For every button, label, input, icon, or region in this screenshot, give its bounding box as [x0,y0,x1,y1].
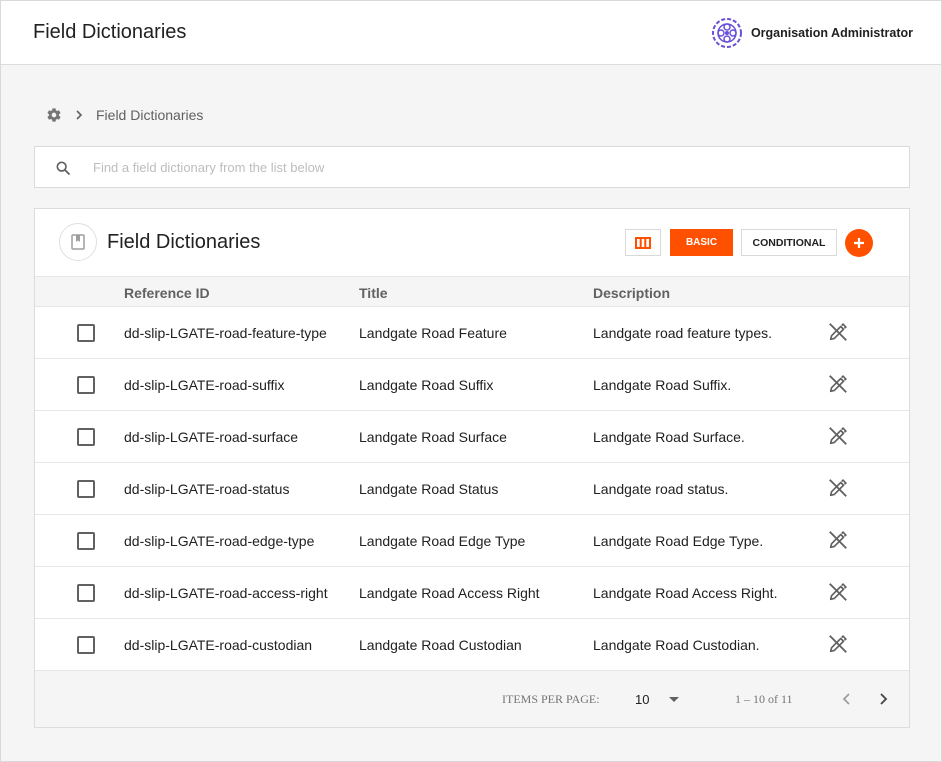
add-button[interactable] [845,229,873,257]
table-row[interactable]: dd-slip-LGATE-road-feature-type Landgate … [35,307,909,359]
chevron-right-icon [76,110,83,120]
table-row[interactable]: dd-slip-LGATE-road-edge-type Landgate Roa… [35,515,909,567]
edit-off-icon[interactable] [827,529,849,551]
cell-title: Landgate Road Feature [359,325,507,341]
table-row[interactable]: dd-slip-LGATE-road-suffix Landgate Road S… [35,359,909,411]
cell-reference-id: dd-slip-LGATE-road-suffix [124,377,285,393]
cell-title: Landgate Road Access Right [359,585,540,601]
row-checkbox[interactable] [77,480,95,498]
cell-reference-id: dd-slip-LGATE-road-custodian [124,637,313,653]
cell-title: Landgate Road Custodian [359,637,522,653]
cell-title: Landgate Road Surface [359,429,507,445]
items-per-page-value: 10 [635,692,650,707]
cell-reference-id: dd-slip-LGATE-road-surface [124,429,299,445]
cell-title: Landgate Road Suffix [359,377,494,393]
user-name: Organisation Administrator [750,26,913,40]
edit-off-icon[interactable] [827,581,849,603]
table-row[interactable]: dd-slip-LGATE-road-surface Landgate Road … [35,411,909,463]
page-range-label: 1 – 10 of 11 [735,692,793,706]
cell-description: Landgate Road Suffix. [593,377,732,393]
edit-off-icon[interactable] [827,633,849,655]
table-row[interactable]: dd-slip-LGATE-road-status Landgate Road S… [35,463,909,515]
conditional-button[interactable]: CONDITIONAL [741,229,837,256]
cell-description: Landgate Road Custodian. [593,637,760,653]
cell-description: Landgate Road Access Right. [593,585,778,601]
top-bar: Field Dictionaries Organisation Administ… [1,1,941,65]
cell-reference-id: dd-slip-LGATE-road-status [124,481,290,497]
cell-reference-id: dd-slip-LGATE-road-feature-type [124,325,327,341]
search-input[interactable] [93,147,893,187]
table-row[interactable]: dd-slip-LGATE-road-access-right Landgate … [35,567,909,619]
paginator: ITEMS PER PAGE: 10 1 – 10 of 11 [35,671,909,727]
column-header-description[interactable]: Description [593,285,670,301]
table-body: dd-slip-LGATE-road-feature-type Landgate … [35,307,909,671]
cell-description: Landgate Road Edge Type. [593,533,764,549]
breadcrumb: Field Dictionaries [46,106,203,124]
search-bar [34,146,910,188]
row-checkbox[interactable] [77,532,95,550]
dropdown-arrow-icon [669,697,679,702]
card-header: Field Dictionaries BASIC CONDITIONAL [35,209,909,276]
items-per-page-select[interactable]: 10 [633,687,683,711]
cell-description: Landgate road feature types. [593,325,773,341]
table-row[interactable]: dd-slip-LGATE-road-custodian Landgate Roa… [35,619,909,671]
previous-page-icon[interactable] [837,689,857,709]
cell-description: Landgate road status. [593,481,729,497]
row-checkbox[interactable] [77,324,95,342]
user-menu[interactable]: Organisation Administrator [711,17,913,49]
edit-off-icon[interactable] [827,477,849,499]
edit-off-icon[interactable] [827,321,849,343]
page-title: Field Dictionaries [33,21,187,43]
columns-button[interactable] [625,229,661,256]
breadcrumb-current: Field Dictionaries [96,107,204,123]
plus-icon [854,238,864,248]
row-checkbox[interactable] [77,636,95,654]
field-dictionaries-card: Field Dictionaries BASIC CONDITIONAL Ref… [34,208,910,728]
card-title: Field Dictionaries [107,231,261,253]
organisation-logo-icon [711,18,742,48]
view-columns-icon [635,236,651,249]
row-checkbox[interactable] [77,376,95,394]
column-header-reference-id[interactable]: Reference ID [124,285,210,301]
gear-icon[interactable] [46,107,62,123]
cell-title: Landgate Road Edge Type [359,533,526,549]
book-icon [71,234,85,250]
cell-reference-id: dd-slip-LGATE-road-edge-type [124,533,315,549]
edit-off-icon[interactable] [827,425,849,447]
edit-off-icon[interactable] [827,373,849,395]
card-icon-badge [59,223,97,261]
next-page-icon[interactable] [873,689,893,709]
cell-title: Landgate Road Status [359,481,499,497]
row-checkbox[interactable] [77,428,95,446]
table-header: Reference ID Title Description [35,276,909,307]
search-icon [56,161,70,175]
cell-reference-id: dd-slip-LGATE-road-access-right [124,585,328,601]
basic-button[interactable]: BASIC [670,229,733,256]
cell-description: Landgate Road Surface. [593,429,745,445]
column-header-title[interactable]: Title [359,285,388,301]
row-checkbox[interactable] [77,584,95,602]
items-per-page-label: ITEMS PER PAGE: [502,692,600,706]
